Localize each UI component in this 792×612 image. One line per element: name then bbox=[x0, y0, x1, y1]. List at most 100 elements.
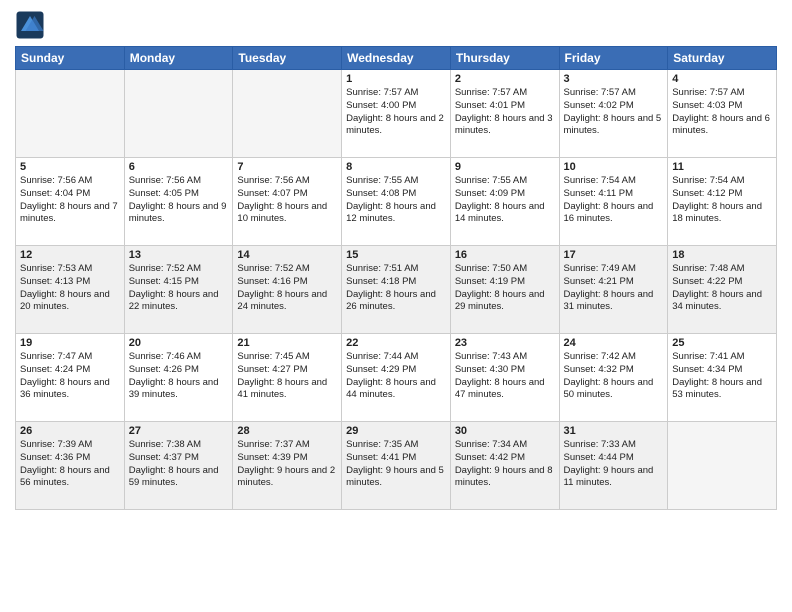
calendar-cell bbox=[124, 70, 233, 158]
calendar-cell: 22 Sunrise: 7:44 AM Sunset: 4:29 PM Dayli… bbox=[342, 334, 451, 422]
day-number: 30 bbox=[455, 425, 555, 437]
header bbox=[15, 10, 777, 40]
day-number: 14 bbox=[237, 249, 337, 261]
calendar-header-saturday: Saturday bbox=[668, 47, 777, 70]
calendar-cell: 27 Sunrise: 7:38 AM Sunset: 4:37 PM Dayli… bbox=[124, 422, 233, 510]
calendar-header-sunday: Sunday bbox=[16, 47, 125, 70]
day-number: 5 bbox=[20, 161, 120, 173]
day-number: 27 bbox=[129, 425, 229, 437]
day-number: 22 bbox=[346, 337, 446, 349]
day-number: 18 bbox=[672, 249, 772, 261]
day-number: 10 bbox=[564, 161, 664, 173]
day-number: 15 bbox=[346, 249, 446, 261]
calendar-cell: 13 Sunrise: 7:52 AM Sunset: 4:15 PM Dayli… bbox=[124, 246, 233, 334]
cell-text: Sunrise: 7:56 AM Sunset: 4:05 PM Dayligh… bbox=[129, 175, 229, 226]
day-number: 7 bbox=[237, 161, 337, 173]
calendar-week-1: 1Sunrise: 7:57 AM Sunset: 4:00 PM Daylig… bbox=[16, 70, 777, 158]
day-number: 20 bbox=[129, 337, 229, 349]
calendar-header-row: SundayMondayTuesdayWednesdayThursdayFrid… bbox=[16, 47, 777, 70]
day-number: 12 bbox=[20, 249, 120, 261]
calendar-cell: 24 Sunrise: 7:42 AM Sunset: 4:32 PM Dayli… bbox=[559, 334, 668, 422]
calendar-cell bbox=[668, 422, 777, 510]
day-number: 16 bbox=[455, 249, 555, 261]
cell-text: Sunrise: 7:53 AM Sunset: 4:13 PM Dayligh… bbox=[20, 263, 120, 314]
calendar-cell: 20 Sunrise: 7:46 AM Sunset: 4:26 PM Dayli… bbox=[124, 334, 233, 422]
calendar-cell: 14 Sunrise: 7:52 AM Sunset: 4:16 PM Dayli… bbox=[233, 246, 342, 334]
cell-text: Sunrise: 7:52 AM Sunset: 4:16 PM Dayligh… bbox=[237, 263, 337, 314]
calendar-week-5: 26Sunrise: 7:39 AM Sunset: 4:36 PM Dayli… bbox=[16, 422, 777, 510]
cell-text: Sunrise: 7:49 AM Sunset: 4:21 PM Dayligh… bbox=[564, 263, 664, 314]
logo-icon bbox=[15, 10, 45, 40]
calendar-cell: 10 Sunrise: 7:54 AM Sunset: 4:11 PM Dayli… bbox=[559, 158, 668, 246]
calendar-cell: 6Sunrise: 7:56 AM Sunset: 4:05 PM Daylig… bbox=[124, 158, 233, 246]
cell-text: Sunrise: 7:56 AM Sunset: 4:07 PM Dayligh… bbox=[237, 175, 337, 226]
cell-text: Sunrise: 7:33 AM Sunset: 4:44 PM Dayligh… bbox=[564, 439, 664, 490]
day-number: 3 bbox=[564, 73, 664, 85]
day-number: 1 bbox=[346, 73, 446, 85]
cell-text: Sunrise: 7:45 AM Sunset: 4:27 PM Dayligh… bbox=[237, 351, 337, 402]
calendar-cell: 26Sunrise: 7:39 AM Sunset: 4:36 PM Dayli… bbox=[16, 422, 125, 510]
calendar-cell: 12 Sunrise: 7:53 AM Sunset: 4:13 PM Dayli… bbox=[16, 246, 125, 334]
cell-text: Sunrise: 7:50 AM Sunset: 4:19 PM Dayligh… bbox=[455, 263, 555, 314]
calendar-cell: 30 Sunrise: 7:34 AM Sunset: 4:42 PM Dayli… bbox=[450, 422, 559, 510]
cell-text: Sunrise: 7:46 AM Sunset: 4:26 PM Dayligh… bbox=[129, 351, 229, 402]
calendar-cell: 3 Sunrise: 7:57 AM Sunset: 4:02 PM Daylig… bbox=[559, 70, 668, 158]
cell-text: Sunrise: 7:54 AM Sunset: 4:11 PM Dayligh… bbox=[564, 175, 664, 226]
cell-text: Sunrise: 7:34 AM Sunset: 4:42 PM Dayligh… bbox=[455, 439, 555, 490]
cell-text: Sunrise: 7:42 AM Sunset: 4:32 PM Dayligh… bbox=[564, 351, 664, 402]
day-number: 2 bbox=[455, 73, 555, 85]
calendar-cell: 11 Sunrise: 7:54 AM Sunset: 4:12 PM Dayli… bbox=[668, 158, 777, 246]
calendar-cell: 16 Sunrise: 7:50 AM Sunset: 4:19 PM Dayli… bbox=[450, 246, 559, 334]
cell-text: Sunrise: 7:56 AM Sunset: 4:04 PM Dayligh… bbox=[20, 175, 120, 226]
calendar-week-2: 5 Sunrise: 7:56 AM Sunset: 4:04 PM Daylig… bbox=[16, 158, 777, 246]
calendar-cell: 19Sunrise: 7:47 AM Sunset: 4:24 PM Dayli… bbox=[16, 334, 125, 422]
cell-text: Sunrise: 7:52 AM Sunset: 4:15 PM Dayligh… bbox=[129, 263, 229, 314]
calendar-cell: 17Sunrise: 7:49 AM Sunset: 4:21 PM Dayli… bbox=[559, 246, 668, 334]
day-number: 31 bbox=[564, 425, 664, 437]
day-number: 24 bbox=[564, 337, 664, 349]
calendar-cell: 9 Sunrise: 7:55 AM Sunset: 4:09 PM Daylig… bbox=[450, 158, 559, 246]
calendar-cell: 23Sunrise: 7:43 AM Sunset: 4:30 PM Dayli… bbox=[450, 334, 559, 422]
day-number: 23 bbox=[455, 337, 555, 349]
day-number: 19 bbox=[20, 337, 120, 349]
calendar-header-tuesday: Tuesday bbox=[233, 47, 342, 70]
day-number: 13 bbox=[129, 249, 229, 261]
day-number: 28 bbox=[237, 425, 337, 437]
logo bbox=[15, 10, 49, 40]
cell-text: Sunrise: 7:54 AM Sunset: 4:12 PM Dayligh… bbox=[672, 175, 772, 226]
calendar-cell: 21 Sunrise: 7:45 AM Sunset: 4:27 PM Dayli… bbox=[233, 334, 342, 422]
day-number: 21 bbox=[237, 337, 337, 349]
cell-text: Sunrise: 7:41 AM Sunset: 4:34 PM Dayligh… bbox=[672, 351, 772, 402]
calendar-cell bbox=[16, 70, 125, 158]
cell-text: Sunrise: 7:39 AM Sunset: 4:36 PM Dayligh… bbox=[20, 439, 120, 490]
cell-text: Sunrise: 7:55 AM Sunset: 4:08 PM Dayligh… bbox=[346, 175, 446, 226]
calendar-week-4: 19Sunrise: 7:47 AM Sunset: 4:24 PM Dayli… bbox=[16, 334, 777, 422]
day-number: 9 bbox=[455, 161, 555, 173]
cell-text: Sunrise: 7:55 AM Sunset: 4:09 PM Dayligh… bbox=[455, 175, 555, 226]
cell-text: Sunrise: 7:37 AM Sunset: 4:39 PM Dayligh… bbox=[237, 439, 337, 490]
calendar-cell: 7 Sunrise: 7:56 AM Sunset: 4:07 PM Daylig… bbox=[233, 158, 342, 246]
cell-text: Sunrise: 7:51 AM Sunset: 4:18 PM Dayligh… bbox=[346, 263, 446, 314]
calendar-cell: 2 Sunrise: 7:57 AM Sunset: 4:01 PM Daylig… bbox=[450, 70, 559, 158]
day-number: 11 bbox=[672, 161, 772, 173]
page: SundayMondayTuesdayWednesdayThursdayFrid… bbox=[0, 0, 792, 612]
cell-text: Sunrise: 7:48 AM Sunset: 4:22 PM Dayligh… bbox=[672, 263, 772, 314]
calendar-cell: 5 Sunrise: 7:56 AM Sunset: 4:04 PM Daylig… bbox=[16, 158, 125, 246]
cell-text: Sunrise: 7:57 AM Sunset: 4:02 PM Dayligh… bbox=[564, 87, 664, 138]
day-number: 29 bbox=[346, 425, 446, 437]
day-number: 4 bbox=[672, 73, 772, 85]
calendar-cell: 18 Sunrise: 7:48 AM Sunset: 4:22 PM Dayli… bbox=[668, 246, 777, 334]
calendar-cell: 8 Sunrise: 7:55 AM Sunset: 4:08 PM Daylig… bbox=[342, 158, 451, 246]
day-number: 8 bbox=[346, 161, 446, 173]
calendar-header-friday: Friday bbox=[559, 47, 668, 70]
calendar-header-thursday: Thursday bbox=[450, 47, 559, 70]
calendar-table: SundayMondayTuesdayWednesdayThursdayFrid… bbox=[15, 46, 777, 510]
cell-text: Sunrise: 7:35 AM Sunset: 4:41 PM Dayligh… bbox=[346, 439, 446, 490]
calendar-cell: 4 Sunrise: 7:57 AM Sunset: 4:03 PM Daylig… bbox=[668, 70, 777, 158]
calendar-cell: 31 Sunrise: 7:33 AM Sunset: 4:44 PM Dayli… bbox=[559, 422, 668, 510]
cell-text: Sunrise: 7:57 AM Sunset: 4:01 PM Dayligh… bbox=[455, 87, 555, 138]
calendar-header-wednesday: Wednesday bbox=[342, 47, 451, 70]
cell-text: Sunrise: 7:57 AM Sunset: 4:03 PM Dayligh… bbox=[672, 87, 772, 138]
cell-text: Sunrise: 7:38 AM Sunset: 4:37 PM Dayligh… bbox=[129, 439, 229, 490]
cell-text: Sunrise: 7:44 AM Sunset: 4:29 PM Dayligh… bbox=[346, 351, 446, 402]
